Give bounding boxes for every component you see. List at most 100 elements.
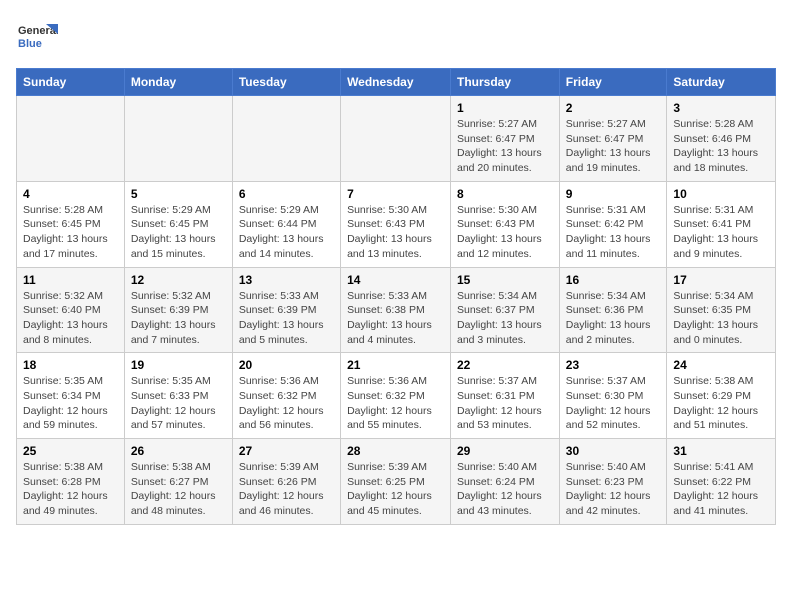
day-detail: Sunrise: 5:32 AM Sunset: 6:39 PM Dayligh… (131, 289, 226, 348)
calendar-cell: 23 Sunrise: 5:37 AM Sunset: 6:30 PM Dayli… (559, 353, 667, 439)
calendar-cell: 2 Sunrise: 5:27 AM Sunset: 6:47 PM Daylig… (559, 96, 667, 182)
day-number: 24 (673, 358, 769, 372)
day-detail: Sunrise: 5:34 AM Sunset: 6:36 PM Dayligh… (566, 289, 661, 348)
calendar-cell: 21 Sunrise: 5:36 AM Sunset: 6:32 PM Dayli… (341, 353, 451, 439)
calendar-week-row: 11 Sunrise: 5:32 AM Sunset: 6:40 PM Dayli… (17, 267, 776, 353)
calendar-cell: 9 Sunrise: 5:31 AM Sunset: 6:42 PM Daylig… (559, 181, 667, 267)
day-detail: Sunrise: 5:28 AM Sunset: 6:45 PM Dayligh… (23, 203, 118, 262)
day-number: 2 (566, 101, 661, 115)
calendar-week-row: 4 Sunrise: 5:28 AM Sunset: 6:45 PM Daylig… (17, 181, 776, 267)
day-number: 17 (673, 273, 769, 287)
day-number: 30 (566, 444, 661, 458)
svg-text:Blue: Blue (18, 38, 42, 50)
day-detail: Sunrise: 5:38 AM Sunset: 6:29 PM Dayligh… (673, 374, 769, 433)
day-number: 22 (457, 358, 553, 372)
day-detail: Sunrise: 5:33 AM Sunset: 6:39 PM Dayligh… (239, 289, 334, 348)
day-number: 12 (131, 273, 226, 287)
day-number: 13 (239, 273, 334, 287)
calendar-cell: 28Sunrise: 5:39 AM Sunset: 6:25 PM Dayli… (341, 439, 451, 525)
calendar-cell: 10Sunrise: 5:31 AM Sunset: 6:41 PM Dayli… (667, 181, 776, 267)
day-detail: Sunrise: 5:27 AM Sunset: 6:47 PM Dayligh… (566, 117, 661, 176)
day-number: 26 (131, 444, 226, 458)
calendar-cell: 8 Sunrise: 5:30 AM Sunset: 6:43 PM Daylig… (451, 181, 560, 267)
day-detail: Sunrise: 5:36 AM Sunset: 6:32 PM Dayligh… (347, 374, 444, 433)
calendar-cell: 13 Sunrise: 5:33 AM Sunset: 6:39 PM Dayli… (232, 267, 340, 353)
logo: GeneralBlue (16, 16, 58, 58)
calendar-cell: 20 Sunrise: 5:36 AM Sunset: 6:32 PM Dayli… (232, 353, 340, 439)
day-detail: Sunrise: 5:40 AM Sunset: 6:24 PM Dayligh… (457, 460, 553, 519)
header-sunday: Sunday (17, 69, 125, 96)
day-detail: Sunrise: 5:30 AM Sunset: 6:43 PM Dayligh… (457, 203, 553, 262)
header-saturday: Saturday (667, 69, 776, 96)
calendar-cell: 14 Sunrise: 5:33 AM Sunset: 6:38 PM Dayli… (341, 267, 451, 353)
calendar-cell (17, 96, 125, 182)
header-wednesday: Wednesday (341, 69, 451, 96)
calendar-cell: 6 Sunrise: 5:29 AM Sunset: 6:44 PM Daylig… (232, 181, 340, 267)
day-detail: Sunrise: 5:29 AM Sunset: 6:45 PM Dayligh… (131, 203, 226, 262)
calendar-cell: 15Sunrise: 5:34 AM Sunset: 6:37 PM Dayli… (451, 267, 560, 353)
calendar-cell: 27 Sunrise: 5:39 AM Sunset: 6:26 PM Dayli… (232, 439, 340, 525)
header: GeneralBlue (16, 16, 776, 58)
day-number: 8 (457, 187, 553, 201)
day-number: 6 (239, 187, 334, 201)
day-number: 7 (347, 187, 444, 201)
day-detail: Sunrise: 5:37 AM Sunset: 6:30 PM Dayligh… (566, 374, 661, 433)
day-detail: Sunrise: 5:32 AM Sunset: 6:40 PM Dayligh… (23, 289, 118, 348)
day-number: 21 (347, 358, 444, 372)
day-detail: Sunrise: 5:41 AM Sunset: 6:22 PM Dayligh… (673, 460, 769, 519)
day-number: 31 (673, 444, 769, 458)
day-detail: Sunrise: 5:29 AM Sunset: 6:44 PM Dayligh… (239, 203, 334, 262)
day-number: 19 (131, 358, 226, 372)
day-number: 18 (23, 358, 118, 372)
calendar-cell: 25Sunrise: 5:38 AM Sunset: 6:28 PM Dayli… (17, 439, 125, 525)
day-number: 23 (566, 358, 661, 372)
calendar-cell: 11 Sunrise: 5:32 AM Sunset: 6:40 PM Dayli… (17, 267, 125, 353)
calendar-table: SundayMondayTuesdayWednesdayThursdayFrid… (16, 68, 776, 525)
calendar-cell: 7 Sunrise: 5:30 AM Sunset: 6:43 PM Daylig… (341, 181, 451, 267)
day-detail: Sunrise: 5:38 AM Sunset: 6:27 PM Dayligh… (131, 460, 226, 519)
logo-icon: GeneralBlue (16, 16, 58, 58)
day-detail: Sunrise: 5:31 AM Sunset: 6:42 PM Dayligh… (566, 203, 661, 262)
calendar-cell: 3Sunrise: 5:28 AM Sunset: 6:46 PM Daylig… (667, 96, 776, 182)
day-detail: Sunrise: 5:40 AM Sunset: 6:23 PM Dayligh… (566, 460, 661, 519)
calendar-cell (341, 96, 451, 182)
calendar-cell: 29 Sunrise: 5:40 AM Sunset: 6:24 PM Dayli… (451, 439, 560, 525)
day-number: 5 (131, 187, 226, 201)
day-detail: Sunrise: 5:34 AM Sunset: 6:37 PM Dayligh… (457, 289, 553, 348)
day-number: 29 (457, 444, 553, 458)
calendar-cell: 4 Sunrise: 5:28 AM Sunset: 6:45 PM Daylig… (17, 181, 125, 267)
day-detail: Sunrise: 5:30 AM Sunset: 6:43 PM Dayligh… (347, 203, 444, 262)
day-detail: Sunrise: 5:37 AM Sunset: 6:31 PM Dayligh… (457, 374, 553, 433)
day-detail: Sunrise: 5:33 AM Sunset: 6:38 PM Dayligh… (347, 289, 444, 348)
calendar-cell: 19 Sunrise: 5:35 AM Sunset: 6:33 PM Dayli… (124, 353, 232, 439)
calendar-week-row: 1 Sunrise: 5:27 AM Sunset: 6:47 PM Daylig… (17, 96, 776, 182)
calendar-cell: 17 Sunrise: 5:34 AM Sunset: 6:35 PM Dayli… (667, 267, 776, 353)
calendar-cell: 18 Sunrise: 5:35 AM Sunset: 6:34 PM Dayli… (17, 353, 125, 439)
day-detail: Sunrise: 5:36 AM Sunset: 6:32 PM Dayligh… (239, 374, 334, 433)
day-number: 27 (239, 444, 334, 458)
day-detail: Sunrise: 5:27 AM Sunset: 6:47 PM Dayligh… (457, 117, 553, 176)
day-number: 9 (566, 187, 661, 201)
calendar-cell: 5 Sunrise: 5:29 AM Sunset: 6:45 PM Daylig… (124, 181, 232, 267)
calendar-week-row: 25Sunrise: 5:38 AM Sunset: 6:28 PM Dayli… (17, 439, 776, 525)
day-number: 10 (673, 187, 769, 201)
day-number: 11 (23, 273, 118, 287)
day-detail: Sunrise: 5:35 AM Sunset: 6:34 PM Dayligh… (23, 374, 118, 433)
day-detail: Sunrise: 5:35 AM Sunset: 6:33 PM Dayligh… (131, 374, 226, 433)
calendar-cell: 31 Sunrise: 5:41 AM Sunset: 6:22 PM Dayli… (667, 439, 776, 525)
day-number: 4 (23, 187, 118, 201)
day-number: 14 (347, 273, 444, 287)
calendar-header-row: SundayMondayTuesdayWednesdayThursdayFrid… (17, 69, 776, 96)
day-number: 1 (457, 101, 553, 115)
calendar-cell: 26 Sunrise: 5:38 AM Sunset: 6:27 PM Dayli… (124, 439, 232, 525)
day-number: 20 (239, 358, 334, 372)
day-detail: Sunrise: 5:34 AM Sunset: 6:35 PM Dayligh… (673, 289, 769, 348)
calendar-cell: 12 Sunrise: 5:32 AM Sunset: 6:39 PM Dayli… (124, 267, 232, 353)
calendar-cell: 16Sunrise: 5:34 AM Sunset: 6:36 PM Dayli… (559, 267, 667, 353)
day-detail: Sunrise: 5:39 AM Sunset: 6:26 PM Dayligh… (239, 460, 334, 519)
calendar-week-row: 18 Sunrise: 5:35 AM Sunset: 6:34 PM Dayli… (17, 353, 776, 439)
header-tuesday: Tuesday (232, 69, 340, 96)
day-detail: Sunrise: 5:28 AM Sunset: 6:46 PM Dayligh… (673, 117, 769, 176)
calendar-cell (232, 96, 340, 182)
header-friday: Friday (559, 69, 667, 96)
